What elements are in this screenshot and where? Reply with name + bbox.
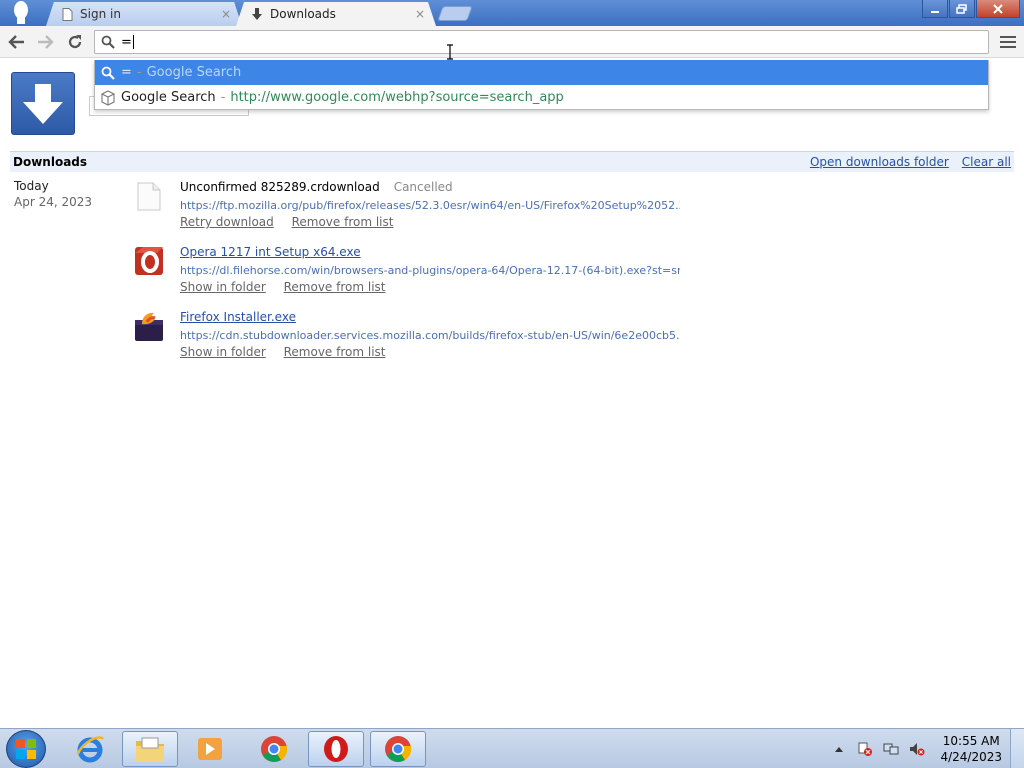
date-group: Today Apr 24, 2023 (14, 179, 92, 209)
forward-button[interactable] (34, 32, 56, 52)
system-tray: 10:55 AM 4/24/2023 (826, 729, 1024, 768)
search-icon (95, 66, 121, 80)
remove-from-list-link[interactable]: Remove from list (292, 215, 394, 229)
reload-icon (68, 35, 82, 49)
show-in-folder-link[interactable]: Show in folder (180, 345, 266, 359)
clock-date: 4/24/2023 (940, 750, 1002, 764)
windows-logo-icon (16, 739, 36, 759)
tab-label: Sign in (80, 7, 121, 21)
retry-download-link[interactable]: Retry download (180, 215, 274, 229)
page-icon (60, 7, 74, 21)
show-in-folder-link[interactable]: Show in folder (180, 280, 266, 294)
download-arrow-icon (250, 7, 264, 21)
taskbar: 10:55 AM 4/24/2023 (0, 728, 1024, 768)
suggestion-url: http://www.google.com/webhp?source=searc… (230, 90, 564, 105)
close-icon[interactable]: × (414, 8, 426, 20)
tab-label: Downloads (270, 7, 336, 21)
profile-avatar-icon[interactable] (8, 0, 34, 24)
forward-arrow-icon (38, 35, 54, 49)
close-icon[interactable]: × (220, 8, 232, 20)
remove-from-list-link[interactable]: Remove from list (284, 280, 386, 294)
download-url[interactable]: https://dl.filehorse.com/win/browsers-an… (180, 264, 680, 277)
download-url[interactable]: https://ftp.mozilla.org/pub/firefox/rele… (180, 199, 680, 212)
downloads-header: Downloads Open downloads folder Clear al… (10, 151, 1014, 172)
suggestion-query: = (121, 65, 132, 80)
tab-downloads[interactable]: Downloads × (236, 2, 436, 26)
chrome-taskbar-icon[interactable] (246, 731, 302, 767)
suggestion-title: Google Search (121, 90, 216, 105)
address-bar-text: = (121, 34, 132, 50)
title-bar: Sign in × Downloads × (0, 0, 1024, 26)
download-status: Cancelled (393, 180, 453, 194)
date-group-date: Apr 24, 2023 (14, 195, 93, 209)
opera-taskbar-icon[interactable] (308, 731, 364, 767)
suggestion-search[interactable]: = - Google Search (95, 60, 988, 85)
open-downloads-folder-link[interactable]: Open downloads folder (810, 155, 949, 169)
omnibox-suggestions: = - Google Search Google Search - http:/… (94, 60, 989, 110)
restore-button[interactable] (949, 0, 975, 18)
back-arrow-icon (8, 35, 24, 49)
ibeam-cursor-icon (446, 44, 454, 60)
address-bar[interactable]: = (94, 30, 989, 54)
suggestion-separator: - (220, 90, 226, 105)
app-cube-icon (95, 89, 121, 106)
tab-sign-in[interactable]: Sign in × (46, 2, 242, 26)
new-tab-button[interactable] (437, 6, 473, 21)
downloads-logo (11, 72, 75, 135)
download-filename[interactable]: Firefox Installer.exe (180, 310, 700, 324)
chrome-active-taskbar-icon[interactable] (370, 731, 426, 767)
clock-time: 10:55 AM (942, 734, 1000, 748)
download-filename[interactable]: Opera 1217 int Setup x64.exe (180, 245, 700, 259)
date-group-label: Today (14, 179, 49, 193)
remove-from-list-link[interactable]: Remove from list (284, 345, 386, 359)
show-desktop-button[interactable] (1010, 729, 1024, 768)
reload-button[interactable] (64, 32, 86, 52)
media-player-taskbar-icon[interactable] (182, 731, 238, 767)
network-icon[interactable] (882, 741, 900, 757)
action-center-icon[interactable] (856, 741, 874, 757)
file-icon (133, 180, 165, 212)
firefox-installer-icon (133, 310, 165, 342)
menu-button[interactable] (1000, 34, 1016, 50)
back-button[interactable] (6, 32, 28, 52)
download-arrow-icon (23, 83, 63, 124)
suggestion-app[interactable]: Google Search - http://www.google.com/we… (95, 85, 988, 110)
start-button[interactable] (6, 730, 46, 768)
internet-explorer-taskbar-icon[interactable] (62, 731, 118, 767)
volume-muted-icon[interactable] (908, 741, 926, 757)
show-hidden-icons-icon[interactable] (830, 741, 848, 757)
clock[interactable]: 10:55 AM 4/24/2023 (940, 733, 1002, 765)
download-url[interactable]: https://cdn.stubdownloader.services.mozi… (180, 329, 680, 342)
text-caret (132, 35, 134, 49)
minimize-button[interactable] (922, 0, 948, 18)
window-controls (922, 0, 1020, 18)
download-filename-text: Unconfirmed 825289.crdownload (180, 180, 380, 194)
suggestion-separator: - (136, 65, 142, 80)
search-icon (95, 35, 121, 49)
downloads-title: Downloads (13, 155, 88, 169)
close-window-button[interactable] (976, 0, 1020, 18)
suggestion-provider: Google Search (146, 65, 242, 80)
download-filename: Unconfirmed 825289.crdownload Cancelled (180, 180, 700, 194)
clear-all-link[interactable]: Clear all (962, 155, 1011, 169)
opera-installer-icon (133, 245, 165, 277)
browser-toolbar: = (0, 26, 1024, 58)
file-explorer-taskbar-icon[interactable] (122, 731, 178, 767)
